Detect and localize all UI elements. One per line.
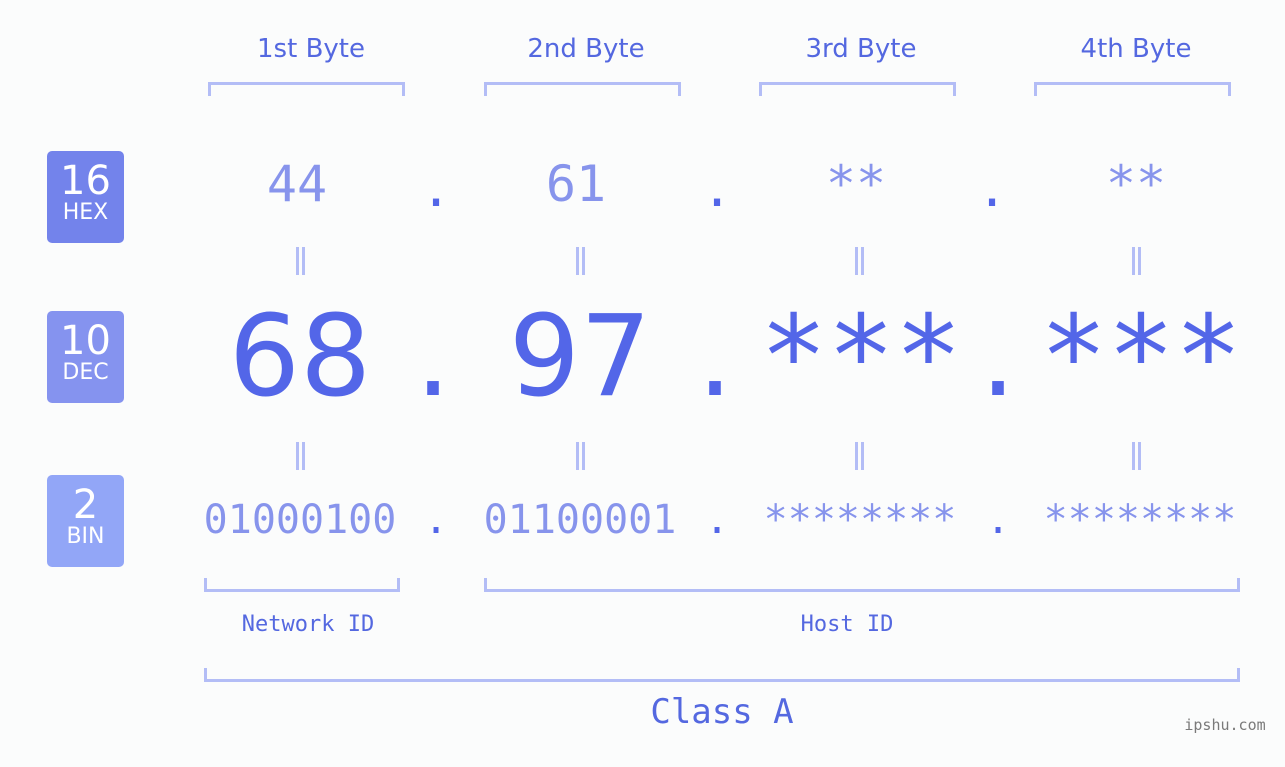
hex-label: HEX	[62, 200, 109, 225]
dec-byte-4: ***	[1039, 292, 1243, 422]
hex-base: 16	[60, 158, 111, 204]
bin-byte-1: 01000100	[203, 497, 397, 543]
network-id-label: Network ID	[241, 612, 375, 637]
byte-header-1: 1st Byte	[257, 34, 365, 64]
host-id-bracket	[484, 578, 1240, 592]
network-id-bracket	[204, 578, 400, 592]
equals-icon	[570, 442, 590, 470]
bin-byte-2: 01100001	[483, 497, 677, 543]
host-id-label: Host ID	[800, 612, 894, 637]
dec-byte-1: 68	[228, 292, 372, 422]
dec-base: 10	[60, 318, 111, 364]
hex-byte-1: 44	[266, 155, 328, 213]
bin-label: BIN	[66, 524, 105, 549]
equals-icon	[570, 247, 590, 275]
bin-base: 2	[72, 482, 99, 528]
equals-icon	[849, 442, 869, 470]
bin-dot-3: .	[985, 497, 1011, 543]
hex-dot-2: .	[701, 160, 733, 218]
byte-bracket-2	[484, 82, 681, 96]
equals-icon	[290, 442, 310, 470]
hex-dot-3: .	[976, 160, 1008, 218]
equals-icon	[1126, 442, 1146, 470]
byte-bracket-4	[1034, 82, 1231, 96]
dec-byte-2: 97	[508, 292, 652, 422]
dec-dot-3: .	[980, 292, 1016, 422]
hex-byte-4: **	[1105, 155, 1167, 213]
equals-icon	[849, 247, 869, 275]
watermark: ipshu.com	[1184, 716, 1266, 734]
dec-dot-1: .	[415, 292, 451, 422]
dec-badge: 10 DEC	[47, 311, 124, 403]
equals-icon	[1126, 247, 1146, 275]
bin-badge: 2 BIN	[47, 475, 124, 567]
equals-icon	[290, 247, 310, 275]
byte-bracket-3	[759, 82, 956, 96]
bin-dot-2: .	[704, 497, 730, 543]
class-label: Class A	[650, 692, 794, 732]
hex-badge: 16 HEX	[47, 151, 124, 243]
dec-dot-2: .	[697, 292, 733, 422]
bin-dot-1: .	[423, 497, 449, 543]
dec-byte-3: ***	[759, 292, 963, 422]
byte-header-3: 3rd Byte	[805, 34, 917, 64]
hex-byte-3: **	[825, 155, 887, 213]
byte-bracket-1	[208, 82, 405, 96]
dec-label: DEC	[62, 360, 109, 385]
class-bracket	[204, 668, 1240, 682]
bin-byte-3: ********	[763, 497, 957, 543]
hex-byte-2: 61	[545, 155, 607, 213]
hex-dot-1: .	[420, 160, 452, 218]
bin-byte-4: ********	[1043, 497, 1237, 543]
byte-header-2: 2nd Byte	[527, 34, 645, 64]
byte-header-4: 4th Byte	[1080, 34, 1192, 64]
